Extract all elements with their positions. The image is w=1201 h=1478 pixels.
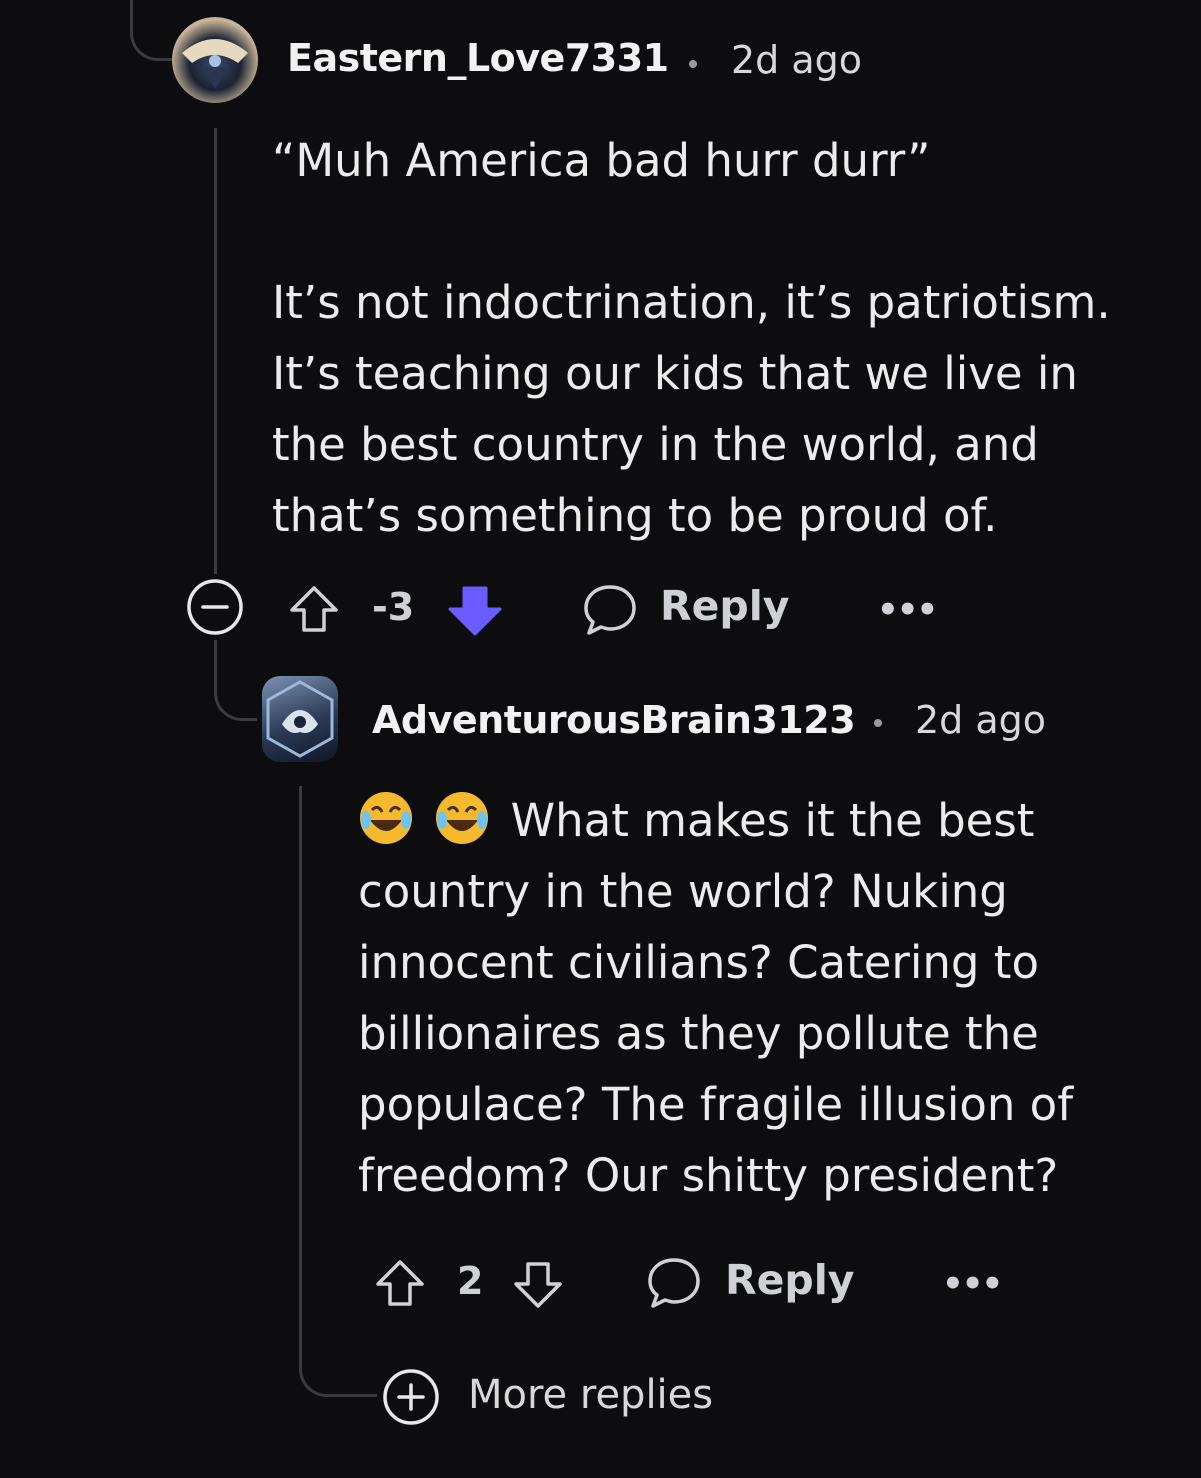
avatar-image xyxy=(266,680,334,758)
comment-line-text: What makes it the best xyxy=(510,794,1035,847)
arrow-up-icon xyxy=(376,1260,424,1306)
thread-line-comment1 xyxy=(214,128,217,574)
speech-bubble-icon xyxy=(584,585,636,635)
reply-button[interactable] xyxy=(582,583,638,637)
speech-bubble-icon xyxy=(648,1258,700,1308)
timestamp: 2d ago xyxy=(731,38,863,82)
downvote-button[interactable] xyxy=(447,582,503,638)
emoji-laughing-icon xyxy=(358,792,434,847)
comment-line xyxy=(272,196,1111,267)
comment-body: “Muh America bad hurr durr” It’s not ind… xyxy=(272,125,1111,551)
reply-button[interactable] xyxy=(646,1256,702,1310)
arrow-up-icon xyxy=(290,586,338,632)
avatar-image xyxy=(182,39,248,89)
comment-line: innocent civilians? Catering to xyxy=(358,936,1039,989)
comment-line: populace? The fragile illusion of xyxy=(358,1078,1074,1131)
plus-circle-icon xyxy=(383,1369,439,1425)
thread-line-to-reply xyxy=(214,640,257,721)
more-replies-button[interactable] xyxy=(382,1368,440,1426)
upvote-button[interactable] xyxy=(288,584,340,636)
comment-line: the best country in the world, and xyxy=(272,418,1039,471)
avatar[interactable] xyxy=(172,17,258,103)
comment-line: that’s something to be proud of. xyxy=(272,489,998,542)
vote-score: 2 xyxy=(457,1259,484,1303)
collapse-button[interactable] xyxy=(186,578,244,636)
downvote-button[interactable] xyxy=(512,1258,564,1310)
arrow-down-filled-icon xyxy=(448,586,502,636)
username[interactable]: Eastern_Love7331 xyxy=(287,36,669,80)
comment-line: billionaires as they pollute the xyxy=(358,1007,1039,1060)
more-options-button[interactable]: ••• xyxy=(942,1264,1003,1304)
vote-score: -3 xyxy=(372,585,415,629)
comment-line: What makes it the best xyxy=(358,785,1073,856)
upvote-button[interactable] xyxy=(374,1258,426,1310)
more-options-button[interactable]: ••• xyxy=(877,590,938,630)
reply-label[interactable]: Reply xyxy=(725,1256,855,1304)
more-replies-label[interactable]: More replies xyxy=(468,1372,713,1418)
emoji-laughing-icon xyxy=(434,792,510,847)
comment-line: freedom? Our shitty president? xyxy=(358,1149,1059,1202)
comment-line: country in the world? Nuking xyxy=(358,865,1008,918)
timestamp: 2d ago xyxy=(915,698,1047,742)
comment-line: It’s not indoctrination, it’s patriotism… xyxy=(272,276,1111,329)
username[interactable]: AdventurousBrain3123 xyxy=(372,698,856,742)
separator-dot xyxy=(689,60,697,68)
comment-line: It’s teaching our kids that we live in xyxy=(272,347,1078,400)
thread-line-top xyxy=(130,0,173,61)
reply-label[interactable]: Reply xyxy=(660,582,790,630)
comment-line: “Muh America bad hurr durr” xyxy=(272,134,931,187)
avatar[interactable] xyxy=(262,676,338,762)
comment-body: What makes it the best country in the wo… xyxy=(358,785,1073,1211)
arrow-down-icon xyxy=(514,1262,562,1308)
minus-circle-icon xyxy=(187,579,243,635)
separator-dot xyxy=(874,719,882,727)
